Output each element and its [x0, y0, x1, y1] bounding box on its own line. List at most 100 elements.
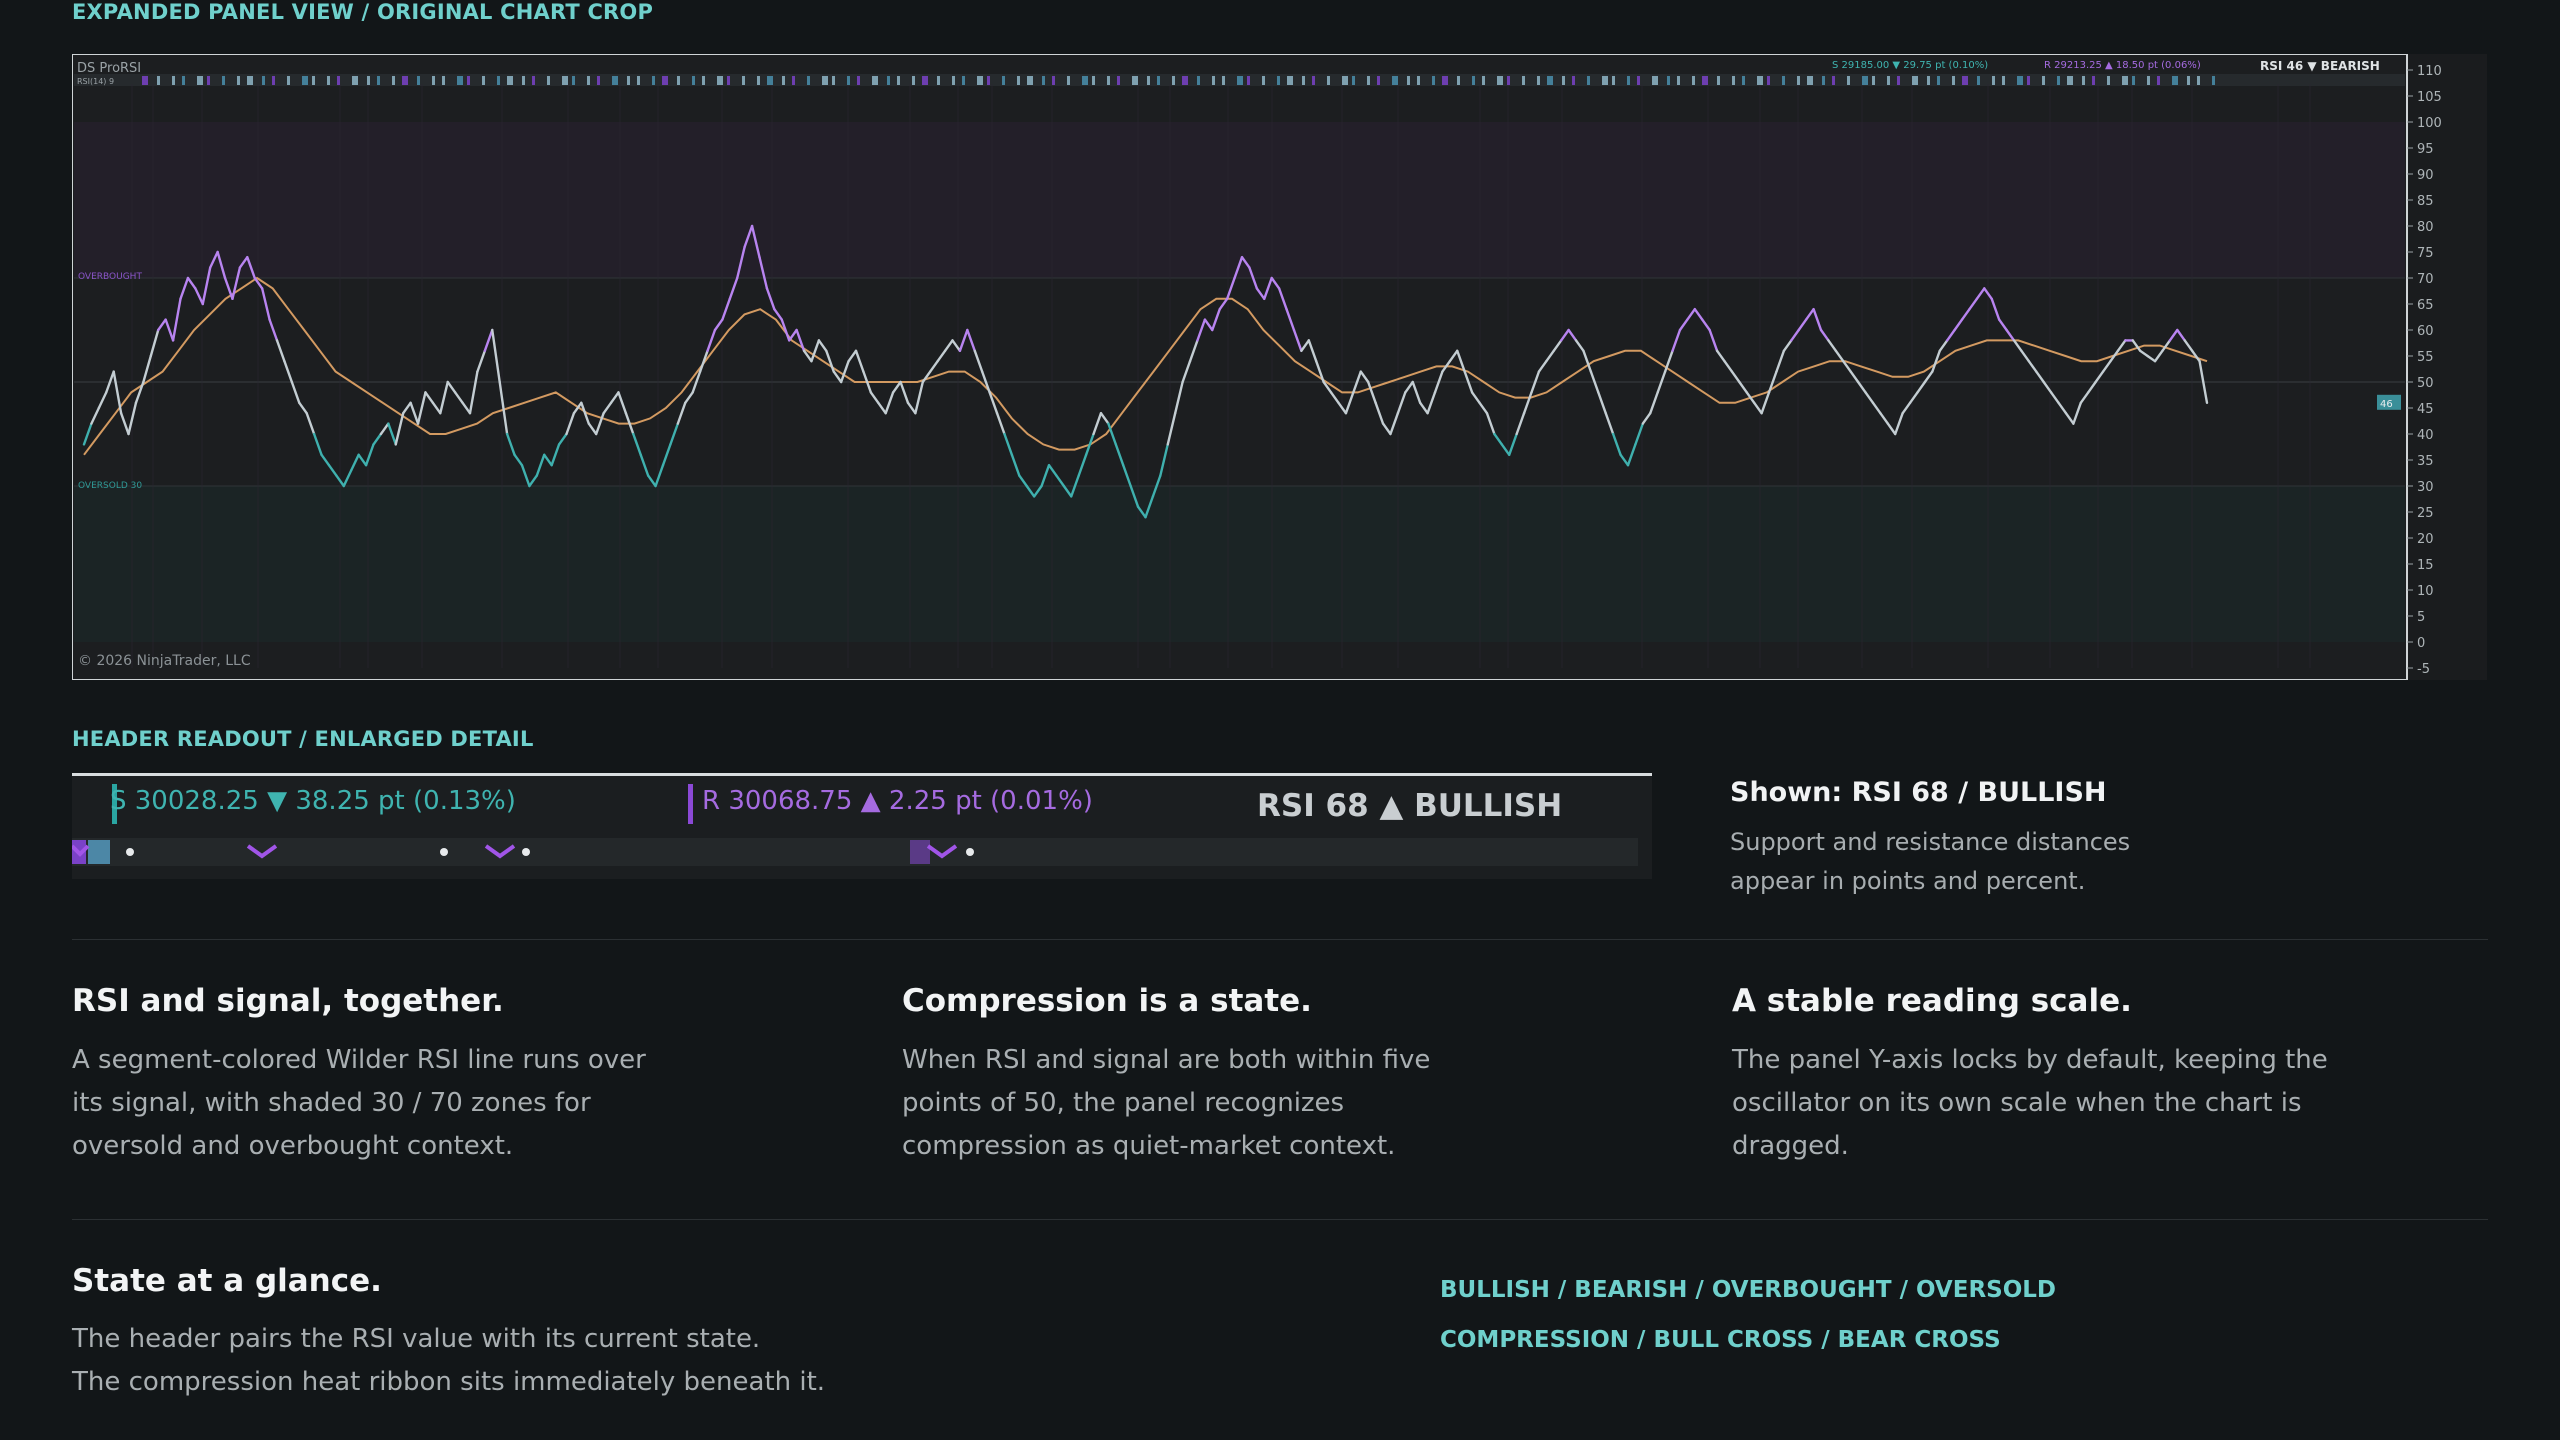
- ribbon-tick: [1182, 76, 1188, 85]
- ribbon-block: [910, 840, 930, 864]
- ribbon-tick: [1212, 76, 1215, 85]
- ribbon-tick: [1172, 76, 1175, 85]
- ribbon-tick: [1027, 76, 1033, 85]
- ribbon-tick: [1807, 76, 1813, 85]
- feature-title: Compression is a state.: [902, 983, 1312, 1019]
- ribbon-tick: [742, 76, 745, 85]
- header-readout-detail: S 30028.25 ▼ 38.25 pt (0.13%) R 30068.75…: [70, 773, 1652, 879]
- states-list-secondary: COMPRESSION / BULL CROSS / BEAR CROSS: [1440, 1327, 2001, 1353]
- ribbon-tick: [977, 76, 983, 85]
- support-readout: S 30028.25 ▼ 38.25 pt (0.13%): [110, 786, 516, 816]
- ribbon-tick: [1262, 76, 1265, 85]
- ribbon-tick: [1482, 76, 1485, 85]
- ribbon-tick: [912, 76, 915, 85]
- state-body-line: The compression heat ribbon sits immedia…: [72, 1367, 826, 1397]
- ribbon-tick: [2002, 76, 2005, 85]
- ribbon-tick: [1147, 76, 1150, 85]
- ribbon-tick: [507, 76, 513, 85]
- ribbon-tick: [1002, 76, 1005, 85]
- ribbon-tick: [302, 76, 308, 85]
- ribbon-tick: [922, 76, 928, 85]
- ribbon-tick: [1052, 76, 1055, 85]
- ribbon-tick: [1692, 76, 1695, 85]
- ribbon-tick: [247, 76, 253, 85]
- ribbon-tick: [222, 76, 225, 85]
- ribbon-tick: [587, 76, 590, 85]
- ribbon-tick: [897, 76, 900, 85]
- ribbon-dot: [126, 848, 134, 856]
- ribbon-tick: [2147, 76, 2150, 85]
- ribbon-tick: [1407, 76, 1410, 85]
- ribbon-tick: [1717, 76, 1720, 85]
- indicator-params: RSI(14) 9: [77, 77, 114, 86]
- header-readout-label: HEADER READOUT / ENLARGED DETAIL: [72, 727, 534, 751]
- ribbon-tick: [2027, 76, 2030, 85]
- ribbon-tick: [1522, 76, 1525, 85]
- ribbon-tick: [662, 76, 668, 85]
- y-tick-label: 75: [2417, 246, 2434, 261]
- y-tick-label: 30: [2417, 480, 2434, 495]
- ribbon-tick: [1302, 76, 1305, 85]
- ribbon-tick: [1277, 76, 1280, 85]
- ribbon-tick: [547, 76, 550, 85]
- ribbon-tick: [1327, 76, 1330, 85]
- feature-body: The panel Y-axis locks by default, keepi…: [1732, 1045, 2328, 1161]
- y-tick-label: 5: [2417, 610, 2425, 625]
- ribbon-tick: [767, 76, 773, 85]
- ribbon-tick: [1017, 76, 1020, 85]
- overbought-label: OVERBOUGHT: [78, 272, 142, 282]
- ribbon-tick: [352, 76, 358, 85]
- ribbon-tick: [1092, 76, 1095, 85]
- y-tick-label: 80: [2417, 220, 2434, 235]
- y-tick-label: 45: [2417, 402, 2434, 417]
- ribbon-tick: [612, 76, 618, 85]
- ribbon-tick: [1742, 76, 1745, 85]
- ribbon-tick: [262, 76, 265, 85]
- divider: [72, 1219, 2488, 1220]
- ribbon-tick: [2092, 76, 2095, 85]
- ribbon-tick: [482, 76, 485, 85]
- resistance-marker: [688, 784, 693, 824]
- ribbon-tick: [1537, 76, 1540, 85]
- ribbon-tick: [1797, 76, 1800, 85]
- shown-title: Shown: RSI 68 / BULLISH: [1730, 777, 2107, 808]
- ribbon-tick: [1732, 76, 1735, 85]
- ribbon-tick: [652, 76, 655, 85]
- ribbon-dot: [440, 848, 448, 856]
- ribbon-tick: [532, 76, 535, 85]
- ribbon-tick: [597, 76, 600, 85]
- ribbon-tick: [1652, 76, 1658, 85]
- y-tick-label: 105: [2417, 90, 2442, 105]
- y-tick-label: 20: [2417, 532, 2434, 547]
- ribbon-tick: [1627, 76, 1630, 85]
- y-tick-label: 90: [2417, 168, 2434, 183]
- ribbon-tick: [1952, 76, 1955, 85]
- rsi-chart-svg[interactable]: DS ProRSIRSI(14) 9 OVERBOUGHT OVERSOLD 30 ©…: [72, 54, 2487, 680]
- rsi-chart-panel[interactable]: DS ProRSI RSI(14) 9 OVERBOUGHT OVERSOLD 30 ©…: [72, 54, 2487, 680]
- ribbon-tick: [2132, 76, 2135, 85]
- y-tick-label: 60: [2417, 324, 2434, 339]
- ribbon-tick: [1767, 76, 1770, 85]
- ribbon-tick: [1602, 76, 1608, 85]
- ribbon-tick: [1887, 76, 1890, 85]
- ribbon-tick: [1067, 76, 1070, 85]
- ribbon-tick: [1862, 76, 1868, 85]
- ribbon-tick: [1117, 76, 1120, 85]
- y-tick-label: -5: [2417, 662, 2430, 677]
- compression-heat-ribbon: [70, 838, 1638, 866]
- ribbon-tick: [962, 76, 965, 85]
- y-tick-label: 35: [2417, 454, 2434, 469]
- ribbon-tick: [1392, 76, 1398, 85]
- resistance-readout: R 30068.75 ▲ 2.25 pt (0.01%): [702, 786, 1093, 816]
- ribbon-tick: [272, 76, 275, 85]
- ribbon-tick: [822, 76, 828, 85]
- ribbon-tick: [417, 76, 420, 85]
- ribbon-tick: [1457, 76, 1460, 85]
- states-list-primary: BULLISH / BEARISH / OVERBOUGHT / OVERSOL…: [1440, 1277, 2057, 1303]
- ribbon-tick: [872, 76, 878, 85]
- y-tick-label: 70: [2417, 272, 2434, 287]
- ribbon-tick: [1247, 76, 1250, 85]
- state-body: The header pairs the RSI value with its …: [72, 1318, 972, 1404]
- ribbon-tick: [847, 76, 850, 85]
- ribbon-tick: [1367, 76, 1370, 85]
